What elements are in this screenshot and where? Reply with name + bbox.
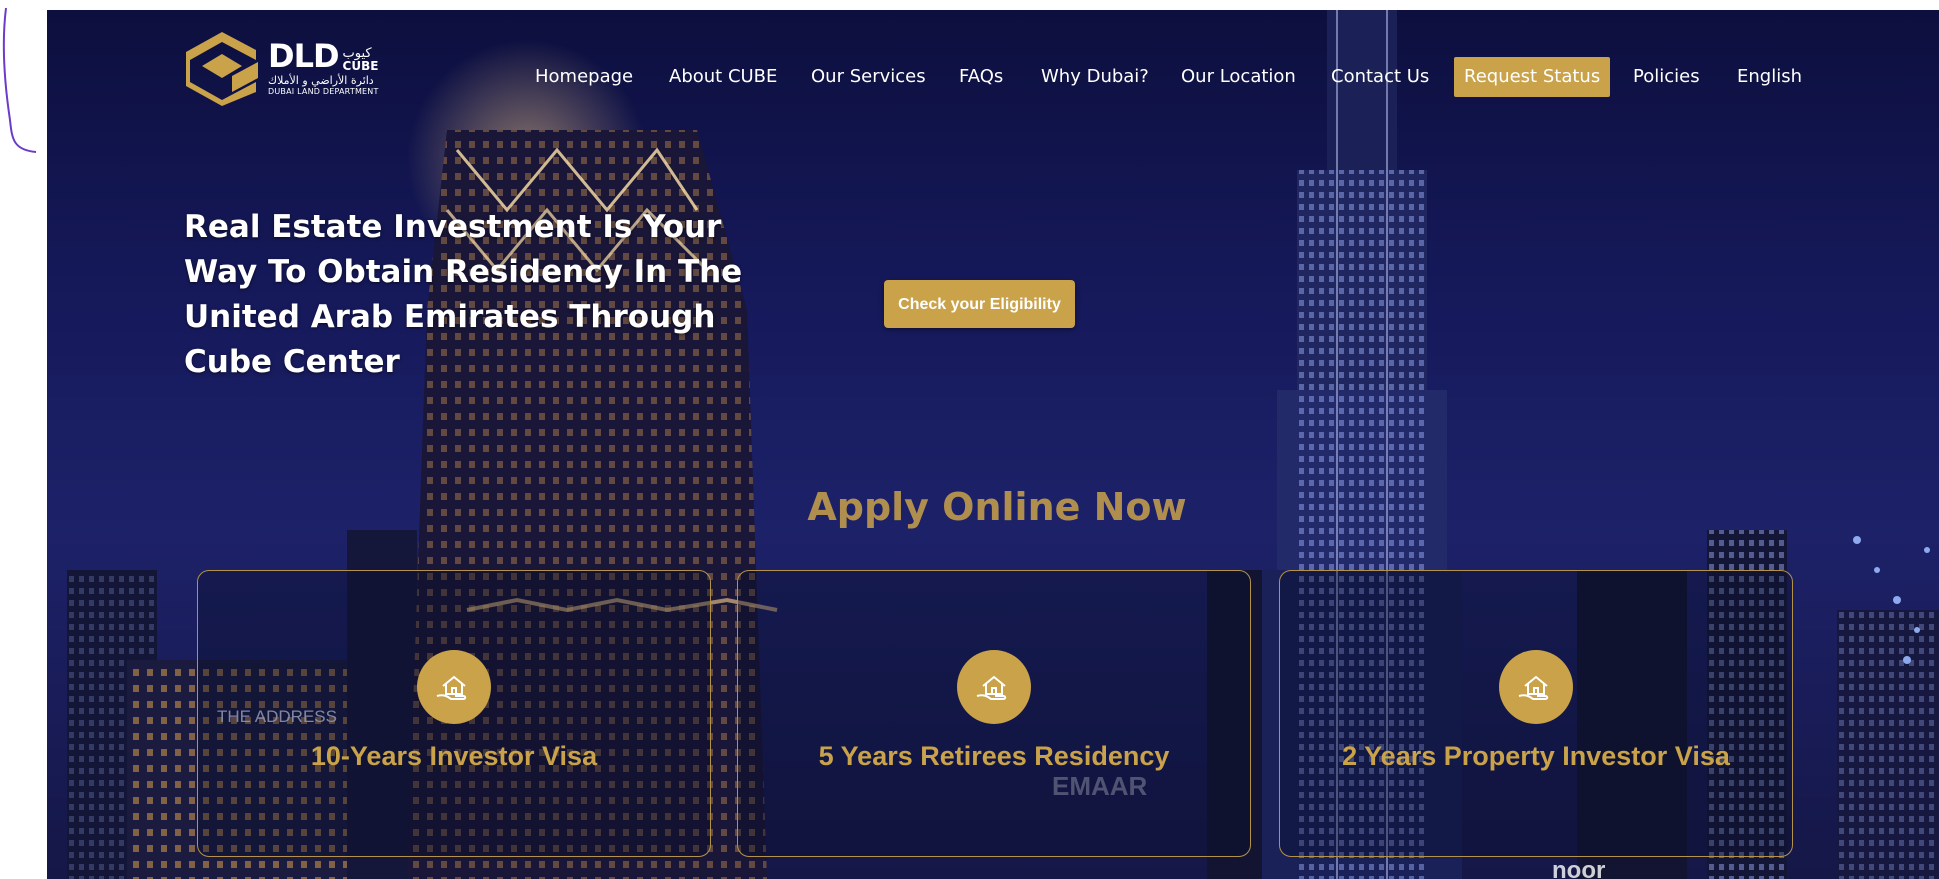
sign-noor: noor	[1552, 857, 1605, 879]
card-title: 5 Years Retirees Residency	[818, 741, 1170, 771]
nav-about-cube[interactable]: About CUBE	[669, 57, 777, 97]
nav-homepage[interactable]: Homepage	[535, 57, 633, 97]
house-hand-icon	[417, 650, 491, 724]
house-hand-icon	[957, 650, 1031, 724]
check-eligibility-button[interactable]: Check your Eligibility	[884, 280, 1075, 328]
hero-title: Real Estate Investment Is Your Way To Ob…	[184, 209, 743, 380]
nav-our-services[interactable]: Our Services	[811, 57, 926, 97]
house-hand-icon	[1499, 650, 1573, 724]
nav-policies[interactable]: Policies	[1633, 57, 1700, 97]
nav-faqs[interactable]: FAQs	[959, 57, 1003, 97]
nav-language-english[interactable]: English	[1737, 57, 1802, 97]
card-title: 2 Years Property Investor Visa	[1342, 741, 1730, 771]
hero-section: THE ADDRESS EMAAR noor DLD كيوب CUBE دائ…	[47, 10, 1939, 879]
card-title: 10-Years Investor Visa	[310, 741, 598, 771]
card-10-years-investor-visa[interactable]: 10-Years Investor Visa	[197, 570, 711, 857]
nav-our-location[interactable]: Our Location	[1181, 57, 1296, 97]
main-navigation: Homepage About CUBE Our Services FAQs Wh…	[47, 57, 1939, 97]
card-5-years-retirees-residency[interactable]: 5 Years Retirees Residency	[737, 570, 1251, 857]
pen-annotation-mark	[2, 7, 37, 153]
card-2-years-property-investor-visa[interactable]: 2 Years Property Investor Visa	[1279, 570, 1793, 857]
nav-contact-us[interactable]: Contact Us	[1331, 57, 1429, 97]
apply-online-heading: Apply Online Now	[807, 485, 1187, 529]
nav-request-status[interactable]: Request Status	[1454, 57, 1611, 97]
nav-why-dubai[interactable]: Why Dubai?	[1041, 57, 1149, 97]
